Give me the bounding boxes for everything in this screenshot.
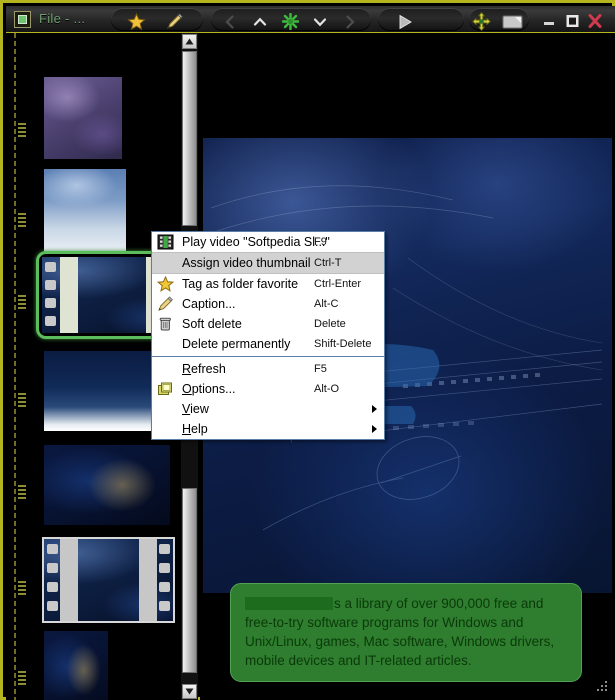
up-button[interactable] xyxy=(245,10,275,32)
app-window-icon xyxy=(14,11,31,28)
close-button[interactable] xyxy=(586,13,604,28)
menu-help-mnemonic: H xyxy=(182,422,192,436)
film-strip-icon xyxy=(157,234,174,250)
play-triangle-icon xyxy=(399,14,412,29)
scroll-down-button[interactable] xyxy=(182,684,197,699)
chevron-left-icon xyxy=(225,14,234,29)
scrollbar-thumb-lower[interactable] xyxy=(182,488,197,673)
window-title: File - ... xyxy=(39,11,86,26)
minimize-button[interactable] xyxy=(540,13,558,28)
pan-move-button[interactable] xyxy=(466,10,496,32)
menu-tag-folder-favorite-accel: Ctrl-Enter xyxy=(314,278,362,290)
menu-view-label: iew xyxy=(190,402,209,416)
thumbnail-7[interactable] xyxy=(44,631,108,700)
four-way-arrow-icon xyxy=(471,12,491,31)
next-button[interactable] xyxy=(335,10,365,32)
scrollbar-thumb-upper[interactable] xyxy=(182,51,197,226)
menu-options-accel: Alt-O xyxy=(314,383,340,395)
menu-soft-delete-label: Soft delete xyxy=(182,317,242,331)
refresh-button[interactable] xyxy=(275,10,305,32)
down-button[interactable] xyxy=(305,10,335,32)
menu-refresh-accel: F5 xyxy=(314,363,327,375)
menu-assign-thumbnail[interactable]: Assign video thumbnail Ctrl-T xyxy=(152,252,384,274)
thumbnail-2-image xyxy=(44,169,126,251)
pencil-icon xyxy=(166,12,183,29)
thumbnail-5-image xyxy=(44,445,170,525)
toolbar-tools-group xyxy=(469,8,529,31)
menu-options-mnemonic: O xyxy=(182,382,192,396)
title-bar: File - ... xyxy=(6,6,615,33)
menu-delete-permanently[interactable]: Delete permanently Shift-Delete xyxy=(152,334,384,354)
caption-redaction-block xyxy=(245,597,333,610)
submenu-arrow-icon xyxy=(372,405,377,413)
maximize-icon xyxy=(566,14,578,27)
menu-play-video-accel: F9 xyxy=(314,236,327,248)
menu-tag-folder-favorite[interactable]: Tag as folder favorite Ctrl-Enter xyxy=(152,274,384,294)
play-slideshow-button[interactable] xyxy=(390,10,420,32)
windows-options-icon xyxy=(157,381,174,397)
chevron-down-icon xyxy=(313,17,327,26)
thumbnail-6-filmstrip xyxy=(44,539,173,621)
menu-delete-permanently-accel: Shift-Delete xyxy=(314,338,372,350)
thumbnail-6[interactable] xyxy=(42,537,175,623)
thumbnail-1[interactable] xyxy=(44,77,122,159)
chevron-up-icon xyxy=(253,17,267,26)
context-menu[interactable]: Play video "Softpedia Sl..." F9 Assign v… xyxy=(151,231,385,440)
resize-grip[interactable] xyxy=(596,681,608,693)
menu-play-video-label: Play video "Softpedia Sl..." xyxy=(182,235,330,249)
menu-tag-folder-favorite-label: Tag as folder favorite xyxy=(182,277,299,291)
green-sparkle-icon xyxy=(281,13,299,30)
triangle-up-icon xyxy=(185,38,194,45)
maximize-button[interactable] xyxy=(563,13,581,28)
submenu-arrow-icon xyxy=(372,425,377,433)
thumbnail-4[interactable] xyxy=(44,351,166,431)
menu-refresh[interactable]: Refresh F5 xyxy=(152,359,384,379)
ruler-strip xyxy=(14,33,26,700)
menu-caption-label: Caption... xyxy=(182,297,236,311)
triangle-down-icon xyxy=(185,688,194,695)
menu-caption[interactable]: Caption... Alt-C xyxy=(152,294,384,314)
menu-refresh-label: efresh xyxy=(191,362,226,376)
caption-overlay: s a library of over 900,000 free and fre… xyxy=(230,583,582,682)
menu-soft-delete[interactable]: Soft delete Delete xyxy=(152,314,384,334)
menu-help-label: elp xyxy=(191,422,208,436)
menu-caption-accel: Alt-C xyxy=(314,298,339,310)
menu-soft-delete-accel: Delete xyxy=(314,318,346,330)
thumbnail-4-image xyxy=(44,351,166,431)
toolbar-edit-group xyxy=(111,8,203,31)
windows-options-icon xyxy=(502,15,523,28)
caption-button[interactable] xyxy=(159,10,189,32)
menu-view[interactable]: View xyxy=(152,399,384,419)
toolbar-navigation-group xyxy=(211,8,371,31)
application-window: File - ... s a library of over 900,000 f… xyxy=(0,0,615,700)
menu-separator xyxy=(152,356,384,357)
scroll-up-button[interactable] xyxy=(182,34,197,49)
tag-favorite-button[interactable] xyxy=(121,10,151,32)
thumbnail-7-image xyxy=(44,631,108,700)
pencil-icon xyxy=(157,296,174,312)
menu-options[interactable]: Options... Alt-O xyxy=(152,379,384,399)
previous-button[interactable] xyxy=(215,10,245,32)
menu-assign-thumbnail-accel: Ctrl-T xyxy=(314,257,342,269)
menu-options-label: ptions... xyxy=(191,382,236,396)
star-icon xyxy=(156,275,175,292)
trash-icon xyxy=(157,316,174,332)
options-button[interactable] xyxy=(498,10,528,32)
menu-help[interactable]: Help xyxy=(152,419,384,439)
chevron-right-icon xyxy=(346,14,355,29)
menu-view-mnemonic: V xyxy=(182,402,191,416)
thumbnail-1-image xyxy=(44,77,122,159)
menu-play-video[interactable]: Play video "Softpedia Sl..." F9 xyxy=(152,232,384,252)
close-icon xyxy=(588,13,602,28)
toolbar-playback-group xyxy=(378,8,464,31)
minimize-icon xyxy=(544,21,554,25)
thumbnail-5[interactable] xyxy=(44,445,170,525)
menu-assign-thumbnail-label: Assign video thumbnail xyxy=(182,256,311,270)
star-icon xyxy=(126,12,146,30)
thumbnail-2[interactable] xyxy=(44,169,126,251)
menu-delete-permanently-label: Delete permanently xyxy=(182,337,291,351)
menu-refresh-mnemonic: R xyxy=(182,362,192,376)
